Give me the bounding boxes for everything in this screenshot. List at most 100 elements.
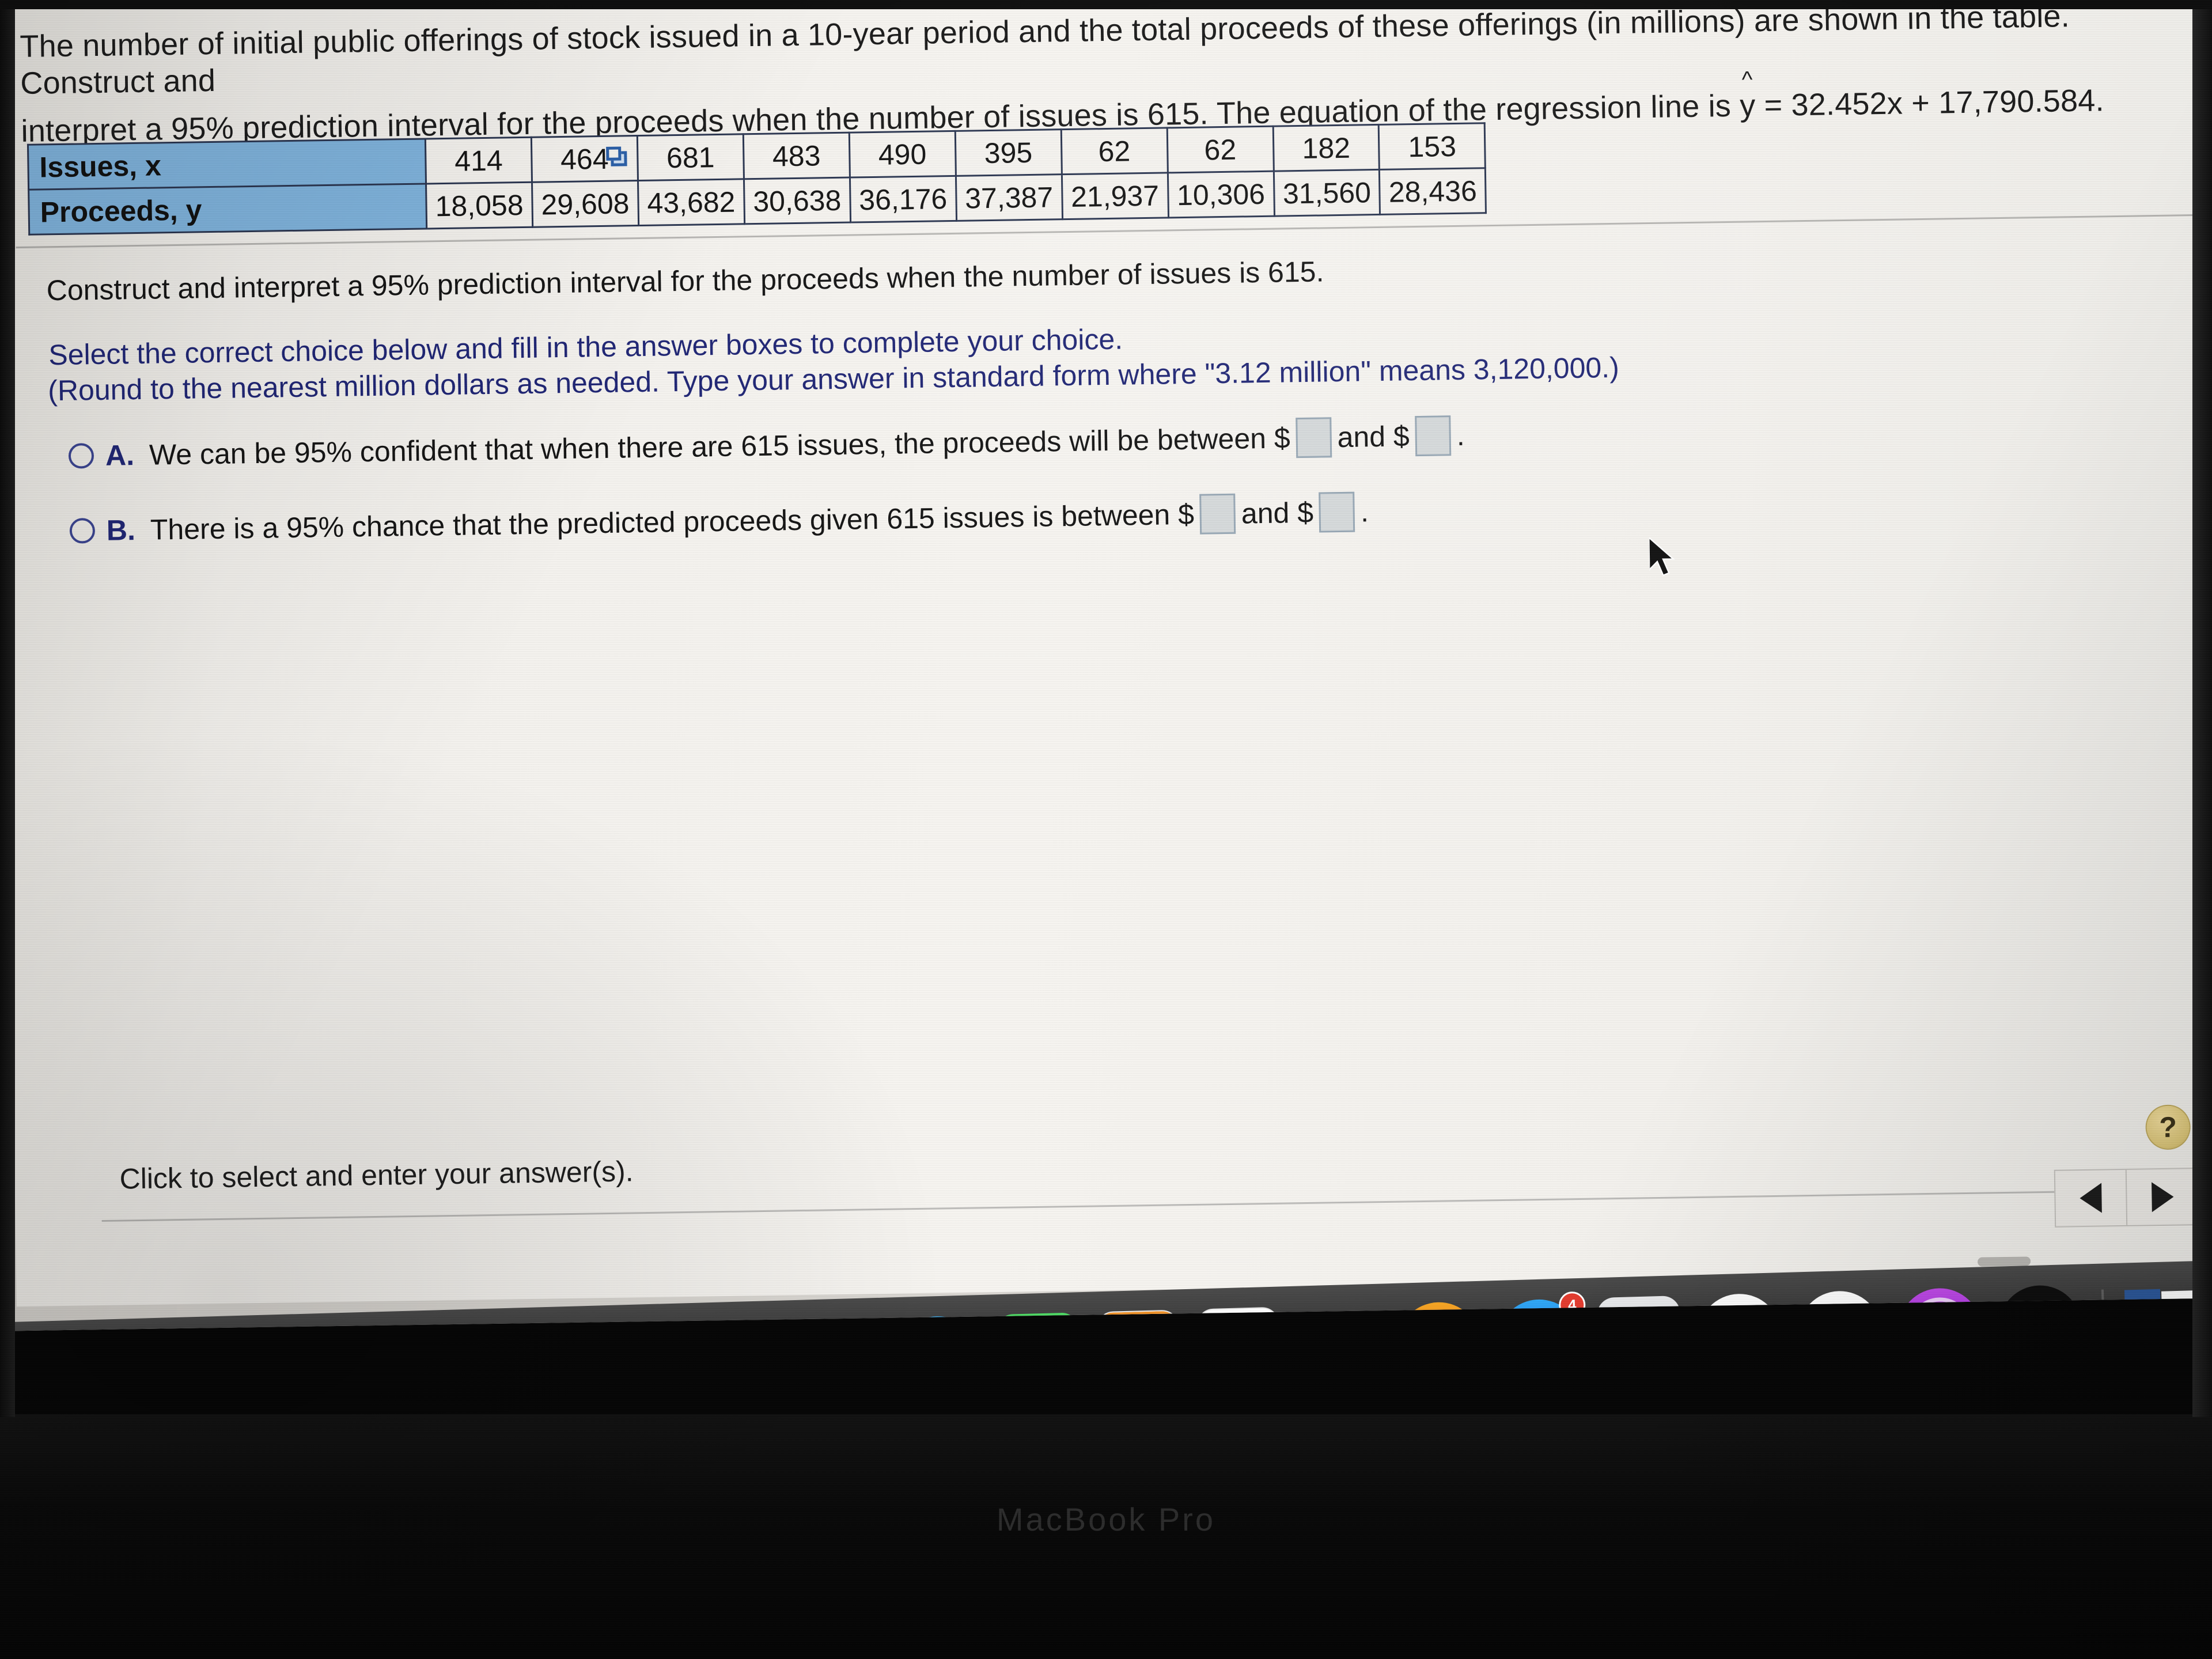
dock-item-photos[interactable]: [788, 1310, 888, 1332]
dock-item-calendar[interactable]: DEC 9: [387, 1321, 487, 1332]
scrollbar-thumb[interactable]: [1977, 1256, 2031, 1267]
table-cell: 36,176: [850, 176, 957, 223]
calendar-icon: DEC 9: [394, 1329, 480, 1332]
dock-item-messages[interactable]: [888, 1307, 988, 1332]
dock-item-itunes[interactable]: ♫: [1790, 1282, 1889, 1332]
dock-item-pages[interactable]: [1089, 1301, 1188, 1332]
dock-item-numbers[interactable]: [1189, 1298, 1289, 1332]
dock-item-books[interactable]: [1389, 1293, 1489, 1332]
screen-bezel-left: [0, 0, 15, 1417]
dock-item-mail[interactable]: [187, 1327, 287, 1331]
choice-b-answer-box-1[interactable]: [1199, 493, 1236, 535]
chevron-left-icon: [2080, 1183, 2102, 1214]
table-cell: 10,306: [1167, 171, 1275, 218]
dock-separator: [2101, 1289, 2106, 1332]
screen-content: Q on ns uest Que Quest The number of ini…: [0, 0, 2212, 1332]
footer-hint: Click to select and enter your answer(s)…: [119, 1155, 634, 1195]
choice-b-answer-box-2[interactable]: [1319, 491, 1355, 533]
dock-item-notes[interactable]: [487, 1318, 587, 1332]
pages-icon: [1096, 1309, 1181, 1332]
y-letter: y: [1739, 88, 1756, 124]
itunes-icon: ♫: [1797, 1290, 1883, 1332]
dock-item-reminders[interactable]: [588, 1315, 687, 1332]
table-cell: 29,608: [532, 180, 639, 228]
apple-tv-icon: tv : [1997, 1284, 2083, 1332]
table-cell: 21,937: [1062, 172, 1169, 219]
table-cell: 18,058: [426, 182, 533, 229]
choice-a[interactable]: A. We can be 95% confident that when the…: [68, 415, 1465, 476]
table-cell: 62: [1166, 126, 1274, 173]
messages-icon: [895, 1315, 981, 1332]
table-cell: 37,387: [956, 174, 1063, 221]
y-hat-symbol: ^ y: [1739, 67, 1756, 125]
apple-tv-label: tv: [2026, 1309, 2054, 1332]
dock-item-news[interactable]: N: [1690, 1285, 1790, 1332]
choice-a-label: A.: [105, 439, 135, 472]
facetime-icon: [995, 1312, 1081, 1332]
reminders-icon: [594, 1323, 680, 1332]
dock-item-maps[interactable]: 30: [688, 1312, 787, 1332]
table-cell: 62: [1060, 127, 1168, 175]
question-panel: The number of initial public offerings o…: [0, 0, 2212, 1307]
dock-item-system-preferences[interactable]: [1590, 1287, 1690, 1332]
table-cell: 28,436: [1379, 168, 1486, 215]
choice-b-label: B.: [106, 514, 136, 547]
table-cell: 31,560: [1273, 169, 1380, 217]
row-header-issues: Issues, x: [28, 139, 426, 190]
system-preferences-icon: [1596, 1296, 1682, 1332]
table-cell: 483: [743, 132, 850, 179]
maps-icon: 30: [695, 1320, 781, 1332]
table-cell: 153: [1378, 123, 1486, 170]
books-icon: [1396, 1301, 1482, 1332]
table-cell: 43,682: [638, 179, 745, 226]
statement-line-1: The number of initial public offerings o…: [19, 0, 2070, 101]
next-button[interactable]: [2127, 1169, 2199, 1225]
keynote-icon: [1296, 1304, 1381, 1332]
screen-bezel-right: [2192, 0, 2212, 1417]
podcasts-icon: [1897, 1287, 1983, 1332]
dock-item-facetime[interactable]: [988, 1304, 1088, 1332]
numbers-icon: [1196, 1306, 1282, 1332]
news-icon: N: [1696, 1293, 1782, 1332]
dock-item-app-store[interactable]: 4 A: [1490, 1290, 1589, 1332]
hat-accent: ^: [1741, 67, 1753, 93]
laptop-screen-photo: Q on ns uest Que Quest The number of ini…: [0, 0, 2212, 1659]
question-prompt: Construct and interpret a 95% prediction…: [46, 255, 1324, 307]
choice-b-text-3: .: [1360, 495, 1369, 528]
radio-button-b[interactable]: [69, 518, 96, 544]
dock-item-keynote[interactable]: [1289, 1296, 1389, 1332]
screen-bezel-top: [0, 0, 2212, 9]
copy-to-clipboard-icon[interactable]: [606, 146, 630, 168]
macbook-brand-label: MacBook Pro: [996, 1501, 1216, 1537]
choice-a-text-1: We can be 95% confident that when there …: [149, 422, 1291, 471]
word-letter: W: [2124, 1289, 2162, 1332]
help-button[interactable]: ?: [2145, 1104, 2191, 1150]
photos-icon: [795, 1317, 881, 1332]
table-cell: 395: [955, 129, 1062, 176]
table-cell: 414: [425, 137, 532, 184]
previous-button[interactable]: [2055, 1169, 2128, 1226]
regression-equation: ^ y = 32.452x + 17,790.584.: [1739, 67, 2105, 125]
chevron-right-icon: [2152, 1181, 2174, 1213]
table-cell: 182: [1272, 124, 1380, 172]
table-cell: 490: [849, 131, 956, 178]
choice-b[interactable]: B. There is a 95% chance that the predic…: [69, 491, 1369, 551]
row-header-proceeds: Proceeds, y: [28, 183, 427, 235]
laptop-bezel-bottom: MacBook Pro: [0, 1414, 2212, 1659]
table-cell: 30,638: [744, 177, 851, 224]
app-store-badge: 4: [1558, 1291, 1586, 1319]
footer-divider: [101, 1188, 2212, 1222]
calendar-month: DEC: [394, 1329, 478, 1332]
equation-rest: = 32.452x + 17,790.584.: [1755, 83, 2105, 123]
navigation-buttons: [2054, 1168, 2200, 1228]
dock-item-podcasts[interactable]: [1890, 1279, 1990, 1332]
choice-a-text-2: and $: [1337, 420, 1410, 454]
dock-item-contacts[interactable]: [287, 1324, 387, 1331]
notes-icon: [494, 1326, 580, 1332]
choice-a-answer-box-1[interactable]: [1296, 417, 1332, 459]
choice-b-text-2: and $: [1241, 496, 1314, 530]
dock-item-apple-tv[interactable]: tv : [1990, 1276, 2090, 1332]
choice-a-answer-box-2[interactable]: [1415, 415, 1452, 457]
dock-item-google-chrome[interactable]: [87, 1330, 187, 1331]
radio-button-a[interactable]: [68, 443, 94, 469]
